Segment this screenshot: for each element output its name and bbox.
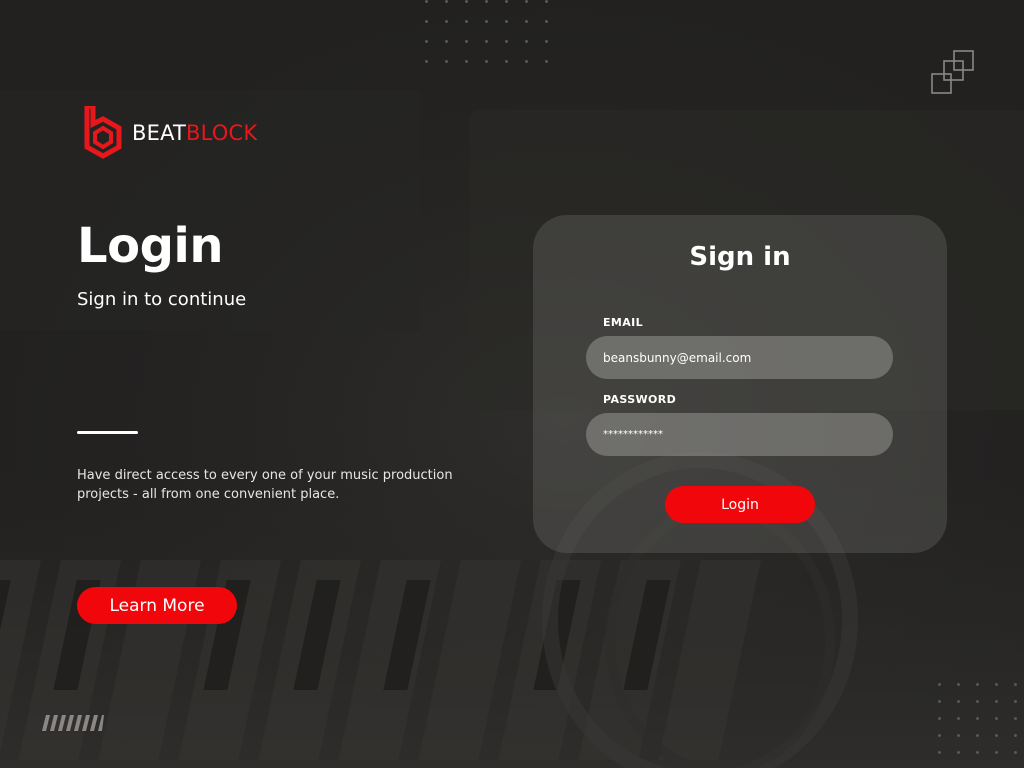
description-text: Have direct access to every one of your …	[77, 468, 453, 502]
brand-name-part1: BEAT	[132, 121, 187, 145]
divider	[77, 431, 138, 434]
learn-more-button[interactable]: Learn More	[77, 587, 237, 624]
page-subtitle: Sign in to continue	[77, 289, 247, 310]
top-dot-grid	[425, 0, 548, 63]
password-label: PASSWORD	[603, 393, 677, 406]
stacked-squares-icon	[931, 50, 974, 94]
email-field[interactable]	[586, 336, 893, 379]
login-button[interactable]: Login	[665, 486, 815, 523]
sign-in-card: Sign in EMAIL PASSWORD Login	[533, 215, 947, 553]
hexagon-b-logo-icon	[84, 106, 122, 159]
bottom-dot-grid	[938, 683, 1017, 754]
page-title: Login	[77, 218, 224, 274]
slash-stripes-icon	[42, 715, 104, 731]
sign-in-title: Sign in	[689, 242, 791, 272]
brand-name-part2: BLOCK	[186, 121, 258, 145]
email-label: EMAIL	[603, 316, 644, 329]
password-field[interactable]	[586, 413, 893, 456]
brand-logo[interactable]: BEATBLOCK	[84, 106, 257, 160]
brand-name: BEATBLOCK	[132, 121, 257, 145]
